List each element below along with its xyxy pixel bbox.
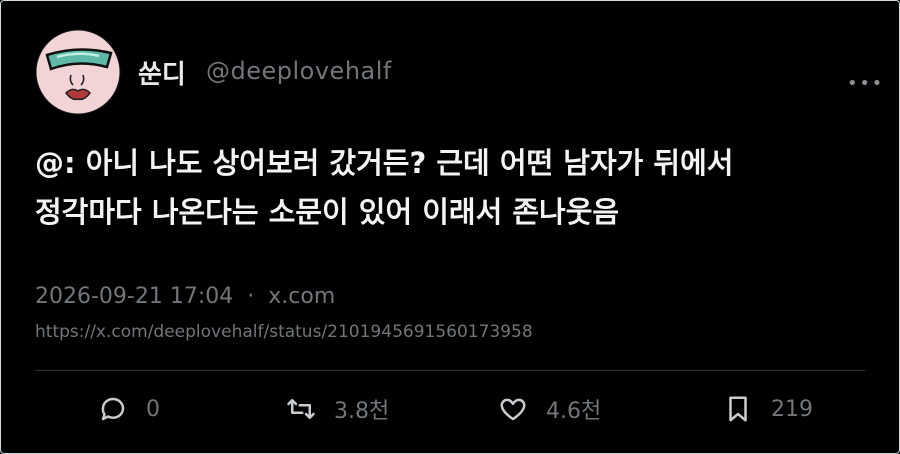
bookmark-count: 219 [771, 396, 813, 422]
tweet-text-line-1: @: 아니 나도 상어보러 갔거든? 근데 어떤 남자가 뒤에서 [35, 146, 734, 180]
retweet-count: 3.8천 [334, 399, 390, 424]
reply-count: 0 [146, 396, 160, 422]
author-display-name[interactable]: 쑨디 [138, 54, 186, 91]
action-bar: 0 3.8천 4.6천 219 [1, 384, 900, 434]
source-link[interactable]: x.com [268, 284, 335, 309]
like-count: 4.6천 [546, 399, 602, 424]
status-url[interactable]: https://x.com/deeplovehalf/status/210194… [35, 322, 533, 342]
author-handle[interactable]: @deeplovehalf [206, 57, 392, 85]
tweet-text-line-2: 정각마다 나온다는 소문이 있어 이래서 존나웃음 [35, 195, 620, 229]
timestamp[interactable]: 2026-09-21 17:04 [35, 284, 233, 309]
tweet-card: 쑨디 @deeplovehalf • • • @: 아니 나도 상어보러 갔거든… [0, 0, 900, 454]
like-button[interactable]: 4.6천 [498, 384, 601, 434]
bookmark-button[interactable]: 219 [723, 384, 813, 434]
heart-icon [500, 398, 526, 421]
retweet-icon [287, 399, 315, 419]
reply-icon [101, 397, 125, 421]
meta-separator: · [247, 284, 255, 309]
retweet-button[interactable]: 3.8천 [286, 384, 389, 434]
tweet-text: @: 아니 나도 상어보러 갔거든? 근데 어떤 남자가 뒤에서 정각마다 나온… [35, 139, 875, 237]
divider [35, 370, 865, 371]
bookmark-icon [729, 396, 747, 422]
reply-button[interactable]: 0 [98, 384, 160, 434]
tweet-meta: 2026-09-21 17:04 · x.com [35, 284, 335, 309]
avatar[interactable] [35, 29, 121, 115]
